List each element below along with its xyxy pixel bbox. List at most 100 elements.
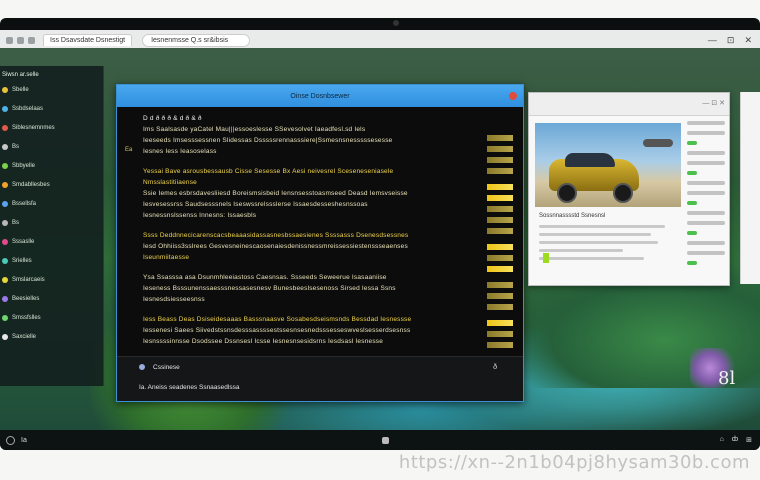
footer-row-2[interactable]: Ia. Aneiss seadenes Ssnaasedlssa [117,377,523,397]
sidebar-item[interactable]: Smssfslles [0,308,103,327]
line-marker [487,184,513,190]
network-icon[interactable]: ȸ [732,436,738,444]
taskbar-label[interactable]: Ia [21,437,27,444]
sidebar-item[interactable]: Saxcielle [0,327,103,346]
line-text: Ims Saalsasde yaCatel Mau|||essoeslesse … [143,126,366,133]
sidebar-item[interactable]: Sssaslle [0,232,103,251]
sidebar-item[interactable]: Sbelle [0,80,103,99]
text-line [539,225,665,228]
partial-window[interactable] [740,92,760,284]
terminal-line: Iesnessnslssenss Innesns: Issaesbls [143,210,515,221]
car-image [535,123,681,207]
block-gap [143,347,515,356]
side-window-controls[interactable]: — ⊡ ✕ [702,99,725,107]
app-icon[interactable] [382,436,389,444]
line-text: Iseunmiitaesse [143,254,190,261]
sidebar-item-label: Sbbyelle [12,162,36,169]
sidebar-item-label: Bssellsfa [12,200,37,207]
browser-tab[interactable]: Iss Dsavsdate Dsnestigt [43,34,133,46]
text-line [539,233,651,236]
address-bar[interactable]: Iesnenmsse Q.s sr&ibsis [142,33,251,47]
start-icon[interactable] [6,435,15,445]
side-link[interactable] [687,151,725,155]
side-link-active[interactable] [687,261,697,265]
side-link[interactable] [687,121,725,125]
sidebar-item[interactable]: Bs [0,213,103,232]
minimize-button[interactable]: — [708,35,717,46]
maximize-button[interactable]: ⊡ [727,35,735,46]
line-text: Iesnesdsiesseesnss [143,296,205,303]
terminal-footer: Cssinese ð Ia. Aneiss seadenes Ssnaasedl… [117,356,523,401]
refresh-icon[interactable] [28,36,35,44]
terminal-line: Ysa Ssasssa asa Dsunmhleeiastoss Caesnsa… [143,272,515,283]
side-link-active[interactable] [687,201,697,205]
terminal-line: D d ð ð ð & d ð & ð [143,113,515,124]
line-marker [487,293,513,299]
sidebar-item[interactable]: Sbbyelle [0,156,103,175]
terminal-title: Oinse Dosnbsewer [290,92,350,100]
side-link[interactable] [687,211,725,215]
sidebar-item[interactable]: Siblesnemnmes [0,118,103,137]
image-caption: Sossnnasssstd Ssnesnsl [539,213,606,219]
app-dot-icon [2,124,8,131]
block-gap [143,221,515,230]
close-icon[interactable] [509,92,517,100]
grid-icon[interactable]: ⊞ [746,436,752,444]
terminal-line: Nmsslastitiiaense [143,177,515,188]
terminal-line: Iesnes Iess Ieasoselass [143,146,515,157]
side-link[interactable] [687,191,725,195]
footer-row[interactable]: Cssinese ð [117,357,523,377]
close-button[interactable]: ✕ [744,35,752,46]
app-dot-icon [2,200,8,207]
sidebar-item[interactable]: Bs [0,137,103,156]
sidebar-item[interactable]: Smdabllesbes [0,175,103,194]
terminal-window[interactable]: Oinse Dosnbsewer Ea D d ð ð ð & d ð & ð I… [116,84,524,402]
sidebar-item[interactable]: Srielles [0,251,103,270]
side-link[interactable] [687,161,725,165]
side-link-active[interactable] [687,141,697,145]
sidebar-item[interactable]: Beesielles [0,289,103,308]
browser-window-right[interactable]: — ⊡ ✕ Sossnnasssstd Ssnesnsl [528,92,730,286]
terminal-lines: D d ð ð ð & d ð & ð Ims Saalsasde yaCatel… [143,113,515,367]
side-link[interactable] [687,251,725,255]
side-link[interactable] [687,241,725,245]
line-text: Yessai Bave asrousbessausb Cisse Sesesse… [143,168,394,175]
terminal-titlebar[interactable]: Oinse Dosnbsewer [117,85,523,107]
sidebar-list: Sbelle Ssbdselaas Siblesnemnmes Bs Sbbyelle S… [0,80,103,346]
line-marker [487,320,513,326]
forward-icon[interactable] [17,36,24,44]
home-icon[interactable]: ⌂ [720,436,724,444]
side-link[interactable] [687,131,725,135]
terminal-line: Ieeseeds Imsesssessnen Slidessas Dsssssr… [143,135,515,146]
line-marker [487,135,513,141]
car-window [565,153,615,167]
footer-label-2: Ia. Aneiss seadenes Ssnaasedlssa [139,383,240,391]
app-dot-icon [2,314,8,321]
sidebar-item[interactable]: Ssbdselaas [0,99,103,118]
monitor: Iss Dsavsdate Dsnestigt Iesnenmsse Q.s s… [0,18,760,450]
green-marker [543,253,549,263]
app-dot-icon [2,276,8,283]
footer-action[interactable]: ð [493,364,497,371]
app-dot-icon [2,238,8,245]
text-line [539,241,658,244]
app-dot-icon [2,295,8,302]
side-link-active[interactable] [687,231,697,235]
terminal-line: Iesnesdsiesseesnss [143,294,515,305]
side-window-titlebar[interactable]: — ⊡ ✕ [529,93,729,116]
line-text: Nmsslastitiiaense [143,179,197,186]
side-link-active[interactable] [687,171,697,175]
block-gap [143,157,515,166]
car-wheel [557,183,577,203]
side-link[interactable] [687,181,725,185]
sidebar-item[interactable]: Bssellsfa [0,194,103,213]
desktop-mark: 8l [718,368,736,389]
text-line [539,249,623,252]
side-links [687,121,725,271]
line-marker [487,331,513,337]
sidebar-item[interactable]: Smslarcaeis [0,270,103,289]
terminal-output[interactable]: Ea D d ð ð ð & d ð & ð Ims Saalsasde yaCa… [117,107,523,365]
back-icon[interactable] [6,36,13,44]
line-marker [487,282,513,288]
side-link[interactable] [687,221,725,225]
